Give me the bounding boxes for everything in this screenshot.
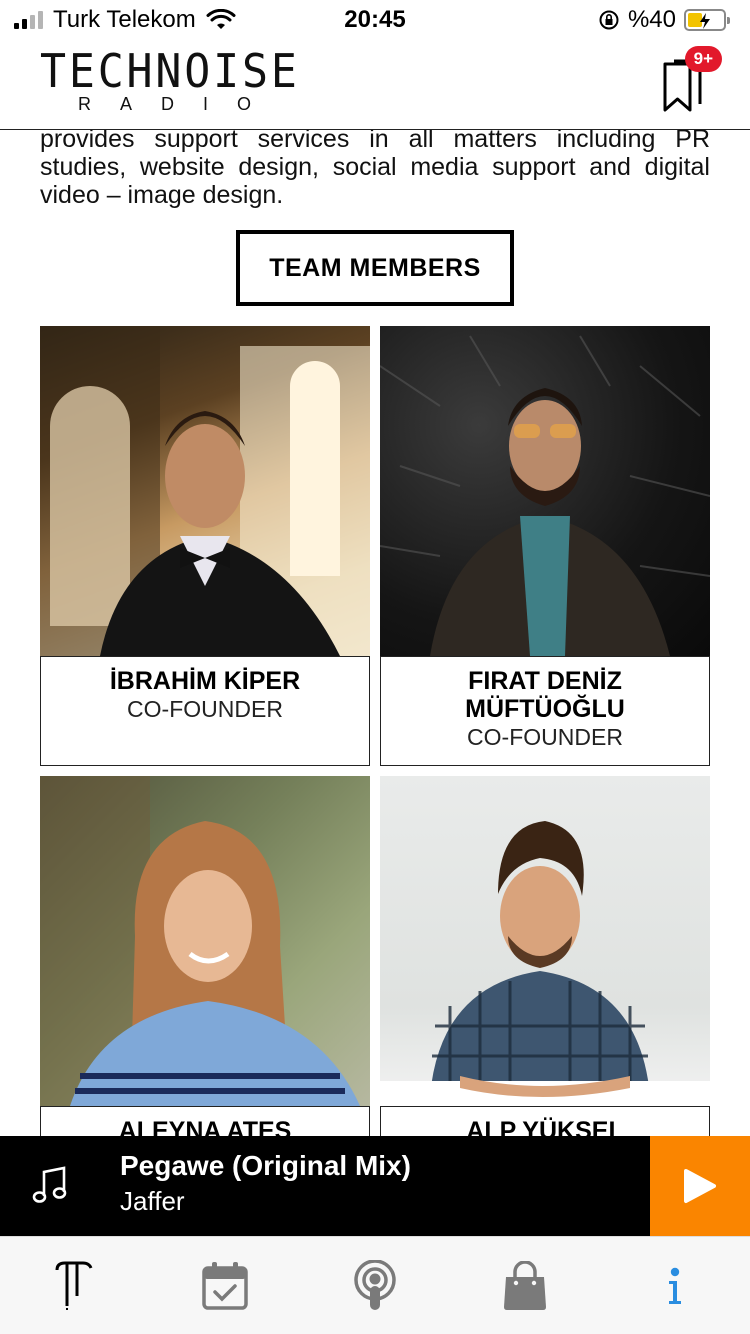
home-logo-tab[interactable]	[0, 1237, 150, 1334]
member-role: CO-FOUNDER	[467, 724, 623, 750]
member-photo	[40, 776, 370, 1106]
team-members-button[interactable]: TEAM MEMBERS	[236, 230, 514, 306]
intro-paragraph: provides support services in all matters…	[40, 125, 710, 209]
battery-percent: %40	[627, 6, 676, 33]
member-info: ALEYNA ATEŞ	[40, 1106, 370, 1136]
technoise-logo[interactable]: TECHNOISE RADIO	[40, 48, 340, 115]
signal-icon	[14, 11, 43, 29]
notification-badge: 9+	[684, 46, 722, 72]
bottom-tab-bar	[0, 1236, 750, 1334]
member-name: FIRAT DENİZ MÜFTÜOĞLU	[465, 667, 625, 723]
member-info: İBRAHİM KİPER CO-FOUNDER	[40, 656, 370, 766]
orientation-lock-icon	[599, 10, 619, 30]
music-note-icon	[32, 1166, 67, 1203]
track-title: Pegawe (Original Mix)	[120, 1150, 411, 1181]
team-card-ibrahim[interactable]: İBRAHİM KİPER CO-FOUNDER	[40, 326, 370, 766]
member-photo	[40, 326, 370, 656]
status-bar: Turk Telekom 20:45 %40	[0, 0, 750, 40]
about-content: provides support services in all matters…	[0, 120, 750, 1136]
member-name: İBRAHİM KİPER	[109, 667, 301, 695]
podcast-icon	[354, 1259, 396, 1310]
play-button[interactable]	[650, 1136, 750, 1236]
app-header: TECHNOISE RADIO 9+	[0, 40, 750, 130]
team-card-alp[interactable]: ALP YÜKSEL	[380, 776, 710, 1136]
member-info: ALP YÜKSEL	[380, 1106, 710, 1136]
schedule-tab[interactable]	[150, 1237, 300, 1334]
member-photo	[380, 776, 710, 1106]
logo-main-text: TECHNOISE	[40, 44, 300, 98]
podcast-tab[interactable]	[300, 1237, 450, 1334]
member-role: CO-FOUNDER	[127, 696, 283, 722]
shop-tab[interactable]	[450, 1237, 600, 1334]
team-card-firat[interactable]: FIRAT DENİZ MÜFTÜOĞLU CO-FOUNDER	[380, 326, 710, 766]
carrier-name: Turk Telekom	[53, 6, 196, 33]
member-info: FIRAT DENİZ MÜFTÜOĞLU CO-FOUNDER	[380, 656, 710, 766]
member-photo	[380, 326, 710, 656]
member-name: ALEYNA ATEŞ	[118, 1117, 292, 1136]
bookmarks-button[interactable]: 9+	[662, 46, 722, 114]
technoise-logo-icon	[55, 1261, 93, 1310]
shopping-bag-icon	[504, 1260, 546, 1310]
now-playing-bar[interactable]: Pegawe (Original Mix) Jaffer	[0, 1136, 750, 1236]
track-artist: Jaffer	[120, 1186, 185, 1216]
wifi-icon	[206, 9, 236, 29]
team-card-aleyna[interactable]: ALEYNA ATEŞ	[40, 776, 370, 1136]
battery-charging-icon	[684, 9, 730, 31]
info-tab[interactable]	[600, 1237, 750, 1334]
info-icon	[669, 1267, 681, 1304]
member-name: ALP YÜKSEL	[466, 1117, 624, 1136]
calendar-check-icon	[202, 1261, 248, 1310]
play-icon	[684, 1169, 716, 1203]
